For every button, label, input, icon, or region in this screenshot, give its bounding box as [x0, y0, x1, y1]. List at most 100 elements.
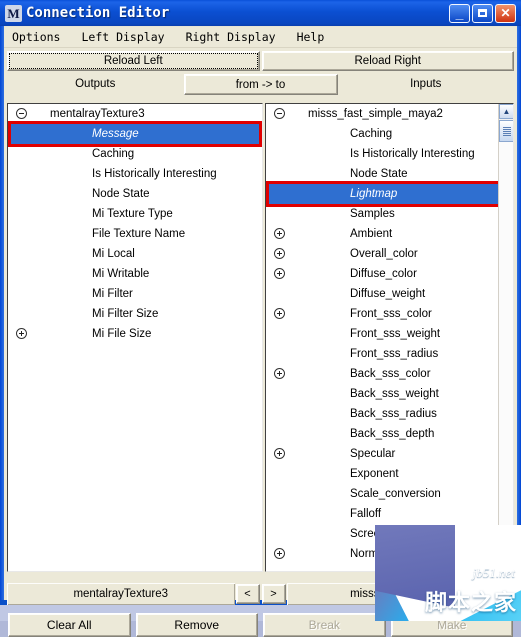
tree-row-label: Back_sss_depth	[350, 428, 435, 440]
tree-row[interactable]: Is Historically Interesting	[8, 164, 262, 184]
tree-row-label: Samples	[350, 208, 395, 220]
tree-row[interactable]: Front_sss_radius	[266, 344, 513, 364]
tree-row[interactable]: Mi Filter	[8, 284, 262, 304]
tree-row[interactable]: Back_sss_weight	[266, 384, 513, 404]
tree-row[interactable]: Message	[8, 124, 262, 144]
left-node-name[interactable]: mentalrayTexture3	[7, 583, 235, 605]
tree-row-label: Front_sss_radius	[350, 348, 439, 360]
reload-left-button[interactable]: Reload Left	[7, 51, 260, 71]
tree-row[interactable]: Diffuse_color	[266, 264, 513, 284]
tree-row[interactable]: Caching	[8, 144, 262, 164]
tree-row[interactable]: Node State	[8, 184, 262, 204]
tree-row[interactable]: Lightmap	[266, 184, 513, 204]
expand-icon[interactable]	[274, 548, 285, 559]
tree-row[interactable]: Samples	[266, 204, 513, 224]
window-client-area: Options Left Display Right Display Help …	[4, 26, 517, 637]
tree-row[interactable]: Front_sss_color	[266, 304, 513, 324]
tree-row[interactable]: Exponent	[266, 464, 513, 484]
scroll-up-icon[interactable]: ▲	[499, 104, 513, 119]
tree-row[interactable]: Screen_comp	[266, 524, 513, 544]
reload-button-row: Reload Left Reload Right	[7, 51, 514, 71]
tree-row[interactable]: Overall_color	[266, 244, 513, 264]
tab-outputs[interactable]: Outputs	[7, 74, 184, 95]
tree-row-label: Specular	[350, 448, 396, 460]
connection-editor-window: M Connection Editor _ ✕ Options Left Dis…	[0, 0, 521, 637]
menu-help[interactable]: Help	[295, 28, 334, 46]
tree-row-label: Mi File Size	[92, 328, 152, 340]
tree-row-label: Caching	[92, 148, 135, 160]
tree-row[interactable]: misss_fast_simple_maya2	[266, 104, 513, 124]
minimize-icon[interactable]: _	[449, 3, 470, 23]
tree-row[interactable]: Back_sss_depth	[266, 424, 513, 444]
scrollbar-track[interactable]	[499, 142, 513, 571]
tree-row[interactable]: Normal Came	[266, 544, 513, 564]
tree-row-label: Node State	[350, 168, 408, 180]
expand-icon[interactable]	[274, 368, 285, 379]
remove-button[interactable]: Remove	[135, 613, 258, 637]
tree-row-label: Diffuse_color	[350, 268, 417, 280]
tree-row-label: Overall_color	[350, 248, 418, 260]
expand-icon[interactable]	[274, 448, 285, 459]
prev-button[interactable]: <	[235, 584, 260, 604]
title-bar[interactable]: M Connection Editor _ ✕	[0, 0, 521, 26]
tree-row[interactable]: Falloff	[266, 504, 513, 524]
expand-icon[interactable]	[274, 308, 285, 319]
menu-left-display[interactable]: Left Display	[79, 28, 173, 46]
reload-right-button[interactable]: Reload Right	[261, 51, 514, 71]
left-outputs-pane[interactable]: mentalrayTexture3 Message Caching Is Histor…	[7, 103, 263, 572]
tree-row-label: Mi Texture Type	[92, 208, 173, 220]
tree-row[interactable]: Diffuse_weight	[266, 284, 513, 304]
tree-row[interactable]: Mi File Size	[8, 324, 262, 344]
tree-row-label: Back_sss_color	[350, 368, 431, 380]
tree-row-label: Normal Came	[350, 548, 421, 560]
tree-row-label: Lightmap	[350, 188, 398, 200]
collapse-icon[interactable]	[16, 108, 27, 119]
tree-row[interactable]: Caching	[266, 124, 513, 144]
tree-row-label: mentalrayTexture3	[50, 108, 145, 120]
right-node-name[interactable]: misss_fast_simple_	[286, 583, 514, 605]
expand-icon[interactable]	[274, 228, 285, 239]
tree-row[interactable]: Scale_conversion	[266, 484, 513, 504]
tree-row[interactable]: Node State	[266, 164, 513, 184]
tree-row[interactable]: Front_sss_weight	[266, 324, 513, 344]
tree-row[interactable]: Is Historically Interesting	[266, 144, 513, 164]
tree-row[interactable]: Specular	[266, 444, 513, 464]
tree-row-label: Screen_comp	[350, 528, 421, 540]
from-to-button[interactable]: from -> to	[183, 74, 338, 95]
tree-row[interactable]: Back_sss_radius	[266, 404, 513, 424]
tree-row[interactable]: mentalrayTexture3	[8, 104, 262, 124]
tab-inputs[interactable]: Inputs	[337, 74, 514, 95]
panes-container: mentalrayTexture3 Message Caching Is Histor…	[7, 103, 514, 572]
expand-icon[interactable]	[274, 248, 285, 259]
maximize-icon[interactable]	[472, 3, 493, 23]
menu-right-display[interactable]: Right Display	[184, 28, 285, 46]
tree-row[interactable]: Mi Texture Type	[8, 204, 262, 224]
close-icon[interactable]: ✕	[495, 3, 516, 23]
tree-row[interactable]: File Texture Name	[8, 224, 262, 244]
expand-icon[interactable]	[16, 328, 27, 339]
break-button: Break	[263, 613, 386, 637]
tree-row[interactable]: Mi Filter Size	[8, 304, 262, 324]
left-tree: mentalrayTexture3 Message Caching Is Histor…	[8, 104, 262, 344]
collapse-icon[interactable]	[274, 108, 285, 119]
tree-row-label: Mi Filter	[92, 288, 133, 300]
tree-row-label: Is Historically Interesting	[350, 148, 475, 160]
tree-row[interactable]: Mi Writable	[8, 264, 262, 284]
menu-options[interactable]: Options	[10, 28, 69, 46]
right-pane-scrollbar[interactable]: ▲	[498, 104, 513, 571]
tree-row-label: Is Historically Interesting	[92, 168, 217, 180]
expand-icon[interactable]	[274, 268, 285, 279]
right-inputs-pane[interactable]: misss_fast_simple_maya2 Caching Is Histori…	[265, 103, 514, 572]
scroll-thumb[interactable]	[499, 120, 513, 142]
tree-row[interactable]: Mi Local	[8, 244, 262, 264]
maya-app-icon: M	[5, 4, 22, 22]
clear-all-button[interactable]: Clear All	[8, 613, 131, 637]
tree-row[interactable]: Ambient	[266, 224, 513, 244]
tree-row-label: File Texture Name	[92, 228, 186, 240]
screenshot-root: M Connection Editor _ ✕ Options Left Dis…	[0, 0, 521, 637]
tree-row[interactable]: Back_sss_color	[266, 364, 513, 384]
next-button[interactable]: >	[261, 584, 286, 604]
window-controls: _ ✕	[449, 3, 521, 23]
tree-row-label: Node State	[92, 188, 150, 200]
tree-row-label: Back_sss_radius	[350, 408, 437, 420]
